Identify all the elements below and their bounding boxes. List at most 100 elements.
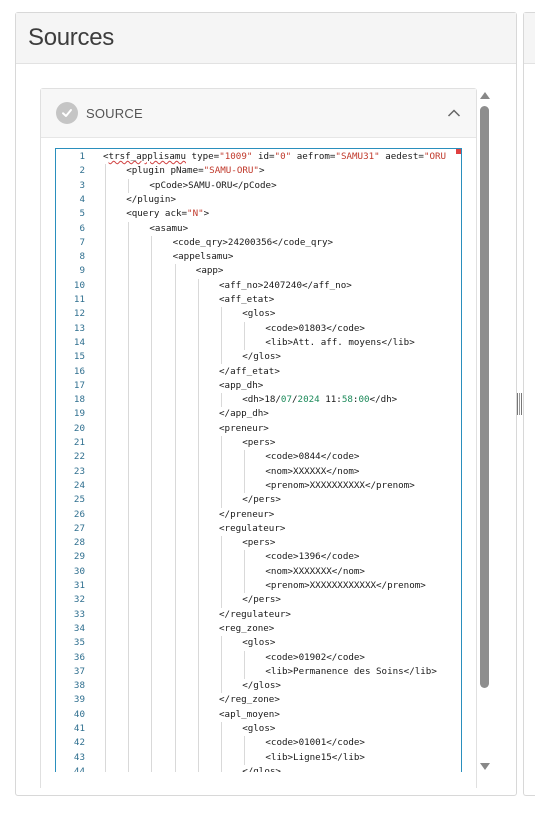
code-line: <query ack="N"> bbox=[126, 208, 210, 220]
code-line: <nom>XXXXXXX</nom> bbox=[265, 565, 365, 577]
line-number: 5 bbox=[79, 208, 85, 220]
code-line: <app_dh> bbox=[219, 379, 264, 391]
line-number: 16 bbox=[73, 365, 85, 377]
line-number: 3 bbox=[79, 179, 85, 191]
line-number: 8 bbox=[79, 251, 85, 263]
adjacent-panel-edge bbox=[523, 12, 535, 796]
indent-guide bbox=[244, 736, 246, 765]
line-number: 34 bbox=[73, 622, 85, 634]
indent-guide bbox=[244, 550, 246, 594]
resize-handle[interactable] bbox=[517, 393, 522, 415]
line-number: 39 bbox=[73, 694, 85, 706]
code-line: <glos> bbox=[242, 723, 276, 734]
code-line: <pers> bbox=[242, 537, 276, 549]
code-line: <aff_etat> bbox=[219, 294, 275, 305]
line-number: 40 bbox=[73, 708, 85, 720]
code-line: </reg_zone> bbox=[219, 694, 280, 706]
indent-guide bbox=[151, 235, 153, 772]
chevron-up-icon[interactable] bbox=[446, 105, 462, 121]
line-number: 7 bbox=[79, 236, 85, 248]
line-number: 9 bbox=[79, 265, 85, 277]
line-number: 24 bbox=[73, 479, 85, 491]
line-number: 26 bbox=[73, 508, 85, 520]
indent-guide bbox=[244, 450, 246, 494]
line-number: 42 bbox=[73, 737, 85, 749]
line-number: 15 bbox=[73, 351, 85, 363]
code-line: <code>1396</code> bbox=[265, 551, 360, 563]
line-number: 25 bbox=[73, 494, 85, 506]
code-line: <pCode>SAMU-ORU</pCode> bbox=[149, 179, 277, 191]
code-line: <lib>Att. aff. moyens</lib> bbox=[265, 336, 415, 348]
code-line: <code>01803</code> bbox=[265, 322, 365, 334]
line-number: 27 bbox=[73, 522, 85, 534]
code-line: <preneur> bbox=[219, 422, 269, 434]
scroll-up-arrow[interactable] bbox=[480, 92, 490, 99]
scroll-thumb[interactable] bbox=[480, 106, 489, 688]
code-line: <code>01902</code> bbox=[265, 651, 365, 663]
code-line: <appelsamu> bbox=[172, 251, 234, 263]
code-line: <asamu> bbox=[149, 222, 189, 234]
line-number: 37 bbox=[73, 665, 85, 677]
code-line: </glos> bbox=[242, 351, 281, 363]
line-number: 14 bbox=[73, 336, 85, 348]
code-line: </app_dh> bbox=[219, 408, 269, 420]
line-number: 38 bbox=[73, 680, 85, 692]
indent-guide bbox=[221, 436, 222, 508]
check-icon bbox=[56, 102, 78, 124]
code-content[interactable]: <trsf_applisamu type="1009" id="0" aefro… bbox=[103, 149, 461, 772]
source-accordion-header[interactable]: SOURCE bbox=[41, 89, 476, 138]
line-number: 23 bbox=[73, 465, 85, 477]
scroll-down-arrow[interactable] bbox=[480, 763, 490, 770]
line-number: 29 bbox=[73, 551, 85, 563]
indent-guide bbox=[128, 178, 130, 193]
code-line: <glos> bbox=[242, 637, 276, 649]
code-line: <plugin pName="SAMU-ORU"> bbox=[126, 165, 265, 177]
code-line: <reg_zone> bbox=[219, 622, 275, 634]
line-number: 19 bbox=[73, 408, 85, 420]
line-number: 28 bbox=[73, 537, 85, 549]
indent-guide bbox=[221, 393, 222, 408]
code-line: <prenom>XXXXXXXXXXXX</prenom> bbox=[265, 580, 426, 591]
line-number: 2 bbox=[79, 165, 85, 177]
indent-guide bbox=[197, 278, 199, 772]
indent-guide bbox=[221, 307, 222, 365]
code-line: </pers> bbox=[242, 594, 281, 606]
line-number: 30 bbox=[73, 565, 85, 577]
code-line: </regulateur> bbox=[219, 608, 291, 620]
line-number: 31 bbox=[73, 580, 85, 591]
line-number: 1 bbox=[79, 151, 85, 162]
code-line: </preneur> bbox=[219, 508, 275, 520]
code-line: <aff_no>2407240</aff_no> bbox=[219, 279, 352, 291]
indent-guide bbox=[221, 536, 222, 608]
indent-guide bbox=[221, 636, 222, 694]
code-line: <lib>Ligne15</lib> bbox=[265, 751, 365, 763]
indent-guide bbox=[244, 650, 246, 680]
code-line: </glos> bbox=[242, 680, 281, 692]
vertical-scrollbar[interactable] bbox=[478, 92, 492, 770]
indent-guide bbox=[174, 264, 176, 772]
line-number: 41 bbox=[73, 723, 85, 734]
line-number: 17 bbox=[73, 379, 85, 391]
code-line: <lib>Permanence des Soins</lib> bbox=[265, 665, 437, 677]
line-number: 6 bbox=[79, 222, 85, 234]
code-line: <code>01001</code> bbox=[265, 737, 365, 749]
code-line: <regulateur> bbox=[219, 522, 286, 534]
line-number: 33 bbox=[73, 608, 85, 620]
line-number: 22 bbox=[73, 451, 85, 463]
code-line: </pers> bbox=[242, 494, 281, 506]
code-line: <app> bbox=[195, 265, 224, 277]
code-line: </glos> bbox=[242, 765, 281, 772]
line-number: 20 bbox=[73, 422, 85, 434]
line-number: 18 bbox=[73, 394, 85, 406]
code-line: <prenom>XXXXXXXXXX</prenom> bbox=[265, 479, 415, 491]
indent-guide bbox=[105, 164, 106, 772]
code-line: <pers> bbox=[242, 437, 276, 448]
code-line: </plugin> bbox=[126, 193, 176, 205]
code-line: <nom>XXXXXX</nom> bbox=[265, 465, 360, 477]
line-number: 10 bbox=[73, 279, 85, 291]
code-line: </aff_etat> bbox=[219, 365, 280, 377]
line-number: 11 bbox=[73, 294, 85, 305]
code-line: <apl_moyen> bbox=[219, 708, 280, 720]
code-editor[interactable]: 1 2 3 4 5 6 7 8 9 10 11 12 13 14 15 16 17 18 19 20 21 22 23 24 2… bbox=[55, 148, 462, 772]
page-title: Sources bbox=[28, 24, 114, 51]
